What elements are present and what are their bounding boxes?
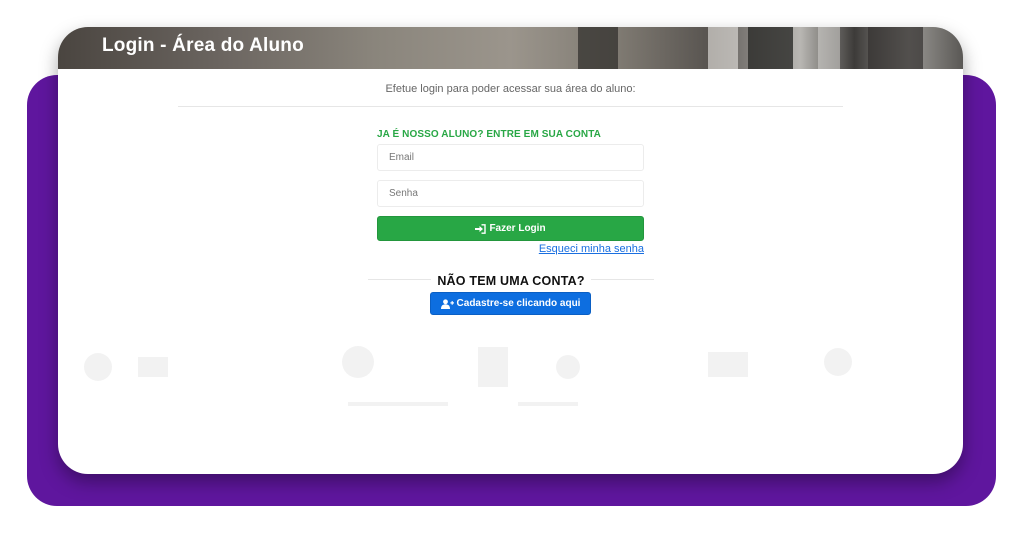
top-divider [178,106,843,107]
login-button-label: Fazer Login [489,223,546,234]
login-button[interactable]: Fazer Login [377,216,644,241]
page: Login - Área do Aluno Efetue login para … [0,0,1024,536]
page-title: Login - Área do Aluno [102,35,304,56]
login-card: Login - Área do Aluno Efetue login para … [58,27,963,474]
intro-text: Efetue login para poder acessar sua área… [385,83,636,95]
login-form: JA É NOSSO ALUNO? ENTRE EM SUA CONTA Faz… [377,128,644,256]
decorative-watermark [84,346,852,406]
signup-heading: NÃO TEM UMA CONTA? [431,274,591,288]
sign-in-icon [475,223,487,234]
signup-button-label: Cadastre-se clicando aqui [456,298,581,309]
password-input[interactable] [377,180,644,207]
forgot-password-link[interactable]: Esqueci minha senha [377,243,644,256]
email-input[interactable] [377,144,644,171]
signup-button[interactable]: Cadastre-se clicando aqui [430,292,591,315]
header-banner: Login - Área do Aluno [58,27,963,69]
signup-divider: NÃO TEM UMA CONTA? [368,270,654,288]
user-plus-icon [440,298,454,309]
login-section-label: JA É NOSSO ALUNO? ENTRE EM SUA CONTA [377,129,601,140]
